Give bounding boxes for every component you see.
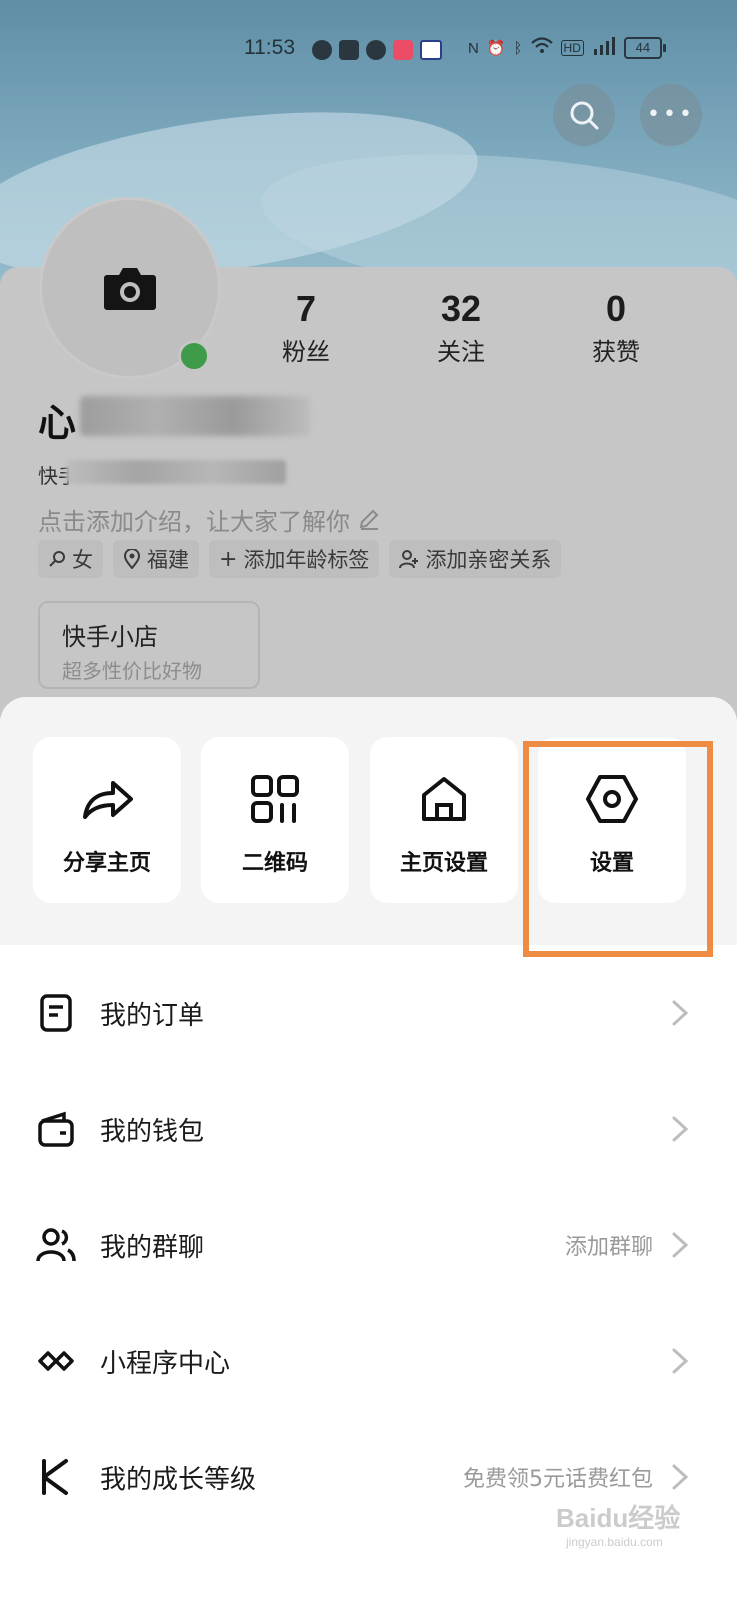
camera-icon: [104, 268, 156, 310]
more-dots-icon: •••: [647, 102, 695, 127]
stat-label: 粉丝: [282, 338, 330, 366]
growth-level-icon: [42, 1459, 68, 1495]
search-button[interactable]: [553, 84, 615, 146]
stat-value: 0: [605, 288, 627, 329]
tag-add-age[interactable]: + 添加年龄标签: [209, 540, 380, 578]
app-icon: [339, 40, 359, 60]
menu-label: 小程序中心: [100, 1349, 231, 1379]
tag-label: 女: [72, 548, 93, 572]
online-status-dot: [178, 340, 210, 372]
hd-icon: HD: [560, 40, 584, 56]
intro-placeholder[interactable]: 点击添加介绍，让大家了解你: [38, 502, 380, 537]
home-icon: [422, 777, 466, 821]
watermark-brand: Baidu经验: [556, 1503, 681, 1533]
status-time: 11:53: [244, 36, 295, 59]
alarm-icon: ⏰: [486, 40, 506, 57]
tag-label: 添加年龄标签: [243, 548, 370, 572]
action-label: 二维码: [241, 851, 308, 876]
location-pin-icon: [123, 549, 141, 569]
bluetooth-icon: ᛒ: [513, 39, 523, 57]
stat-fans[interactable]: 7 粉丝: [246, 288, 366, 367]
stat-label: 获赞: [592, 338, 640, 366]
stat-following[interactable]: 32 关注: [401, 288, 521, 367]
baidu-watermark: Baidu经验 jingyan.baidu.com: [556, 1498, 680, 1549]
tag-gender[interactable]: 女: [38, 540, 103, 578]
menu-hint: 添加群聊: [564, 1235, 653, 1260]
chevron-right-icon: [672, 1116, 689, 1142]
qr-code-button[interactable]: 二维码: [201, 737, 349, 903]
gender-icon: [49, 551, 65, 567]
chevron-right-icon: [672, 1232, 689, 1258]
kuaishou-shop-card[interactable]: 快手小店 超多性价比好物: [38, 601, 260, 689]
menu-item-group-chat[interactable]: 我的群聊 添加群聊: [0, 1189, 737, 1305]
share-profile-button[interactable]: 分享主页: [33, 737, 181, 903]
status-bar: 11:53 N ⏰ ᛒ HD 44: [0, 28, 737, 68]
wechat-icon: [312, 40, 332, 60]
wallet-icon: [38, 1111, 74, 1147]
menu-item-orders[interactable]: 我的订单: [0, 957, 737, 1073]
search-icon: [570, 101, 599, 130]
more-button[interactable]: •••: [640, 84, 702, 146]
edit-pencil-icon: [359, 509, 379, 530]
menu-label: 我的钱包: [100, 1117, 205, 1147]
quick-actions: 分享主页 二维码 主页设置 设置: [0, 697, 737, 957]
mini-program-icon: [38, 1351, 74, 1371]
app-icon: [393, 40, 413, 60]
menu-item-wallet[interactable]: 我的钱包: [0, 1073, 737, 1189]
menu-label: 我的订单: [100, 1001, 205, 1031]
stat-label: 关注: [437, 338, 485, 366]
home-settings-button[interactable]: 主页设置: [370, 737, 518, 903]
message-icon: [366, 40, 386, 60]
menu-label: 我的群聊: [100, 1233, 205, 1263]
stat-likes[interactable]: 0 获赞: [556, 288, 676, 367]
kuaishou-id-redacted: [66, 460, 286, 484]
shop-subtitle: 超多性价比好物: [62, 659, 202, 683]
wifi-icon: [530, 37, 553, 59]
tag-label: 添加亲密关系: [425, 548, 552, 572]
tag-add-relationship[interactable]: 添加亲密关系: [389, 540, 562, 578]
shop-title: 快手小店: [62, 623, 158, 651]
qr-code-icon: [251, 775, 299, 823]
chevron-right-icon: [672, 1348, 689, 1374]
chevron-right-icon: [672, 1000, 689, 1026]
menu-label: 我的成长等级: [100, 1465, 257, 1495]
menu-hint: 免费领5元话费红包: [463, 1467, 653, 1492]
menu-item-mini-programs[interactable]: 小程序中心: [0, 1305, 737, 1421]
action-sheet: 分享主页 二维码 主页设置 设置 我的订单 我的钱包 我的群聊 添加群聊 小程序…: [0, 697, 737, 1600]
profile-tags: 女 福建 + 添加年龄标签 添加亲密关系: [38, 540, 562, 578]
system-icons: N ⏰ ᛒ HD 44: [468, 37, 666, 59]
share-arrow-icon: [83, 781, 133, 819]
settings-highlight-box: [523, 741, 713, 957]
username: 心: [38, 401, 77, 445]
battery-icon: 44: [623, 37, 666, 59]
stat-value: 7: [295, 288, 317, 329]
group-chat-icon: [36, 1228, 76, 1262]
signal-icon: [592, 37, 616, 59]
intro-text: 点击添加介绍，让大家了解你: [38, 508, 350, 536]
chevron-right-icon: [672, 1464, 689, 1490]
username-redacted: [80, 396, 310, 436]
action-label: 分享主页: [62, 851, 151, 876]
plus-icon: +: [219, 546, 238, 572]
stat-value: 32: [440, 288, 482, 329]
action-label: 主页设置: [399, 851, 488, 876]
tag-label: 福建: [147, 548, 189, 572]
order-icon: [40, 994, 72, 1032]
watermark-url: jingyan.baidu.com: [566, 1535, 663, 1549]
notification-icons: [312, 38, 442, 62]
person-add-icon: [399, 550, 419, 569]
tag-location[interactable]: 福建: [113, 540, 199, 578]
app-icon: [420, 40, 442, 60]
nfc-icon: N: [468, 39, 479, 57]
